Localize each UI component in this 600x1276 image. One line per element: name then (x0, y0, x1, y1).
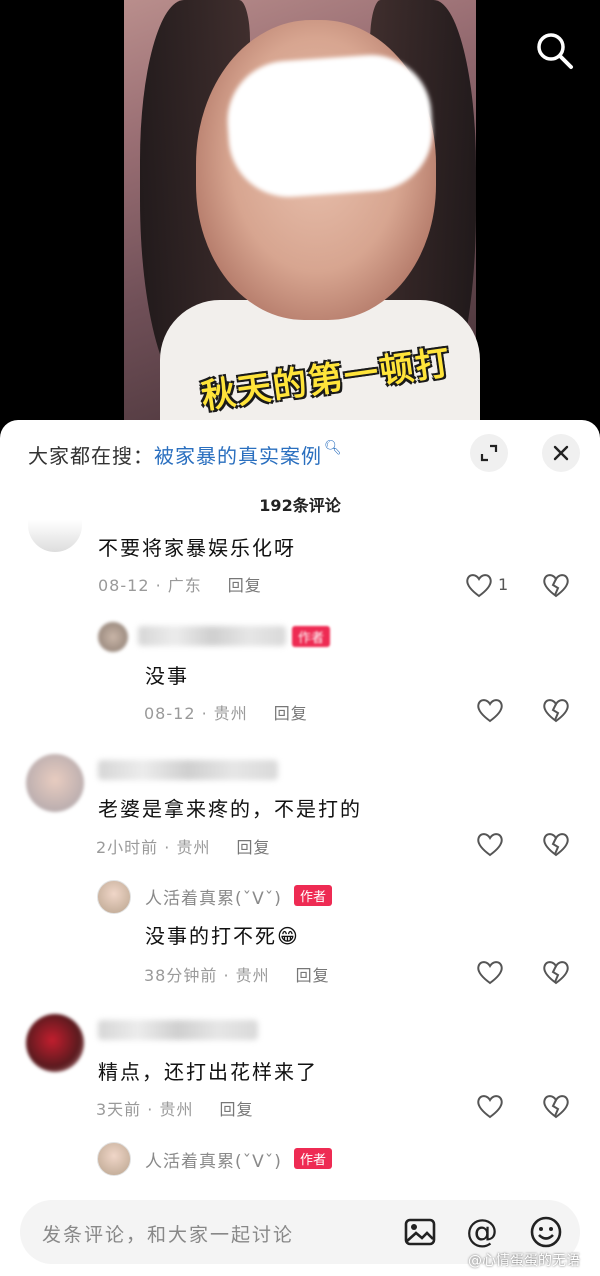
video-player[interactable]: 秋天的第一顿打 (0, 0, 600, 440)
reply-button[interactable]: 回复 (296, 966, 330, 985)
avatar[interactable] (98, 622, 128, 652)
reply-button[interactable]: 回复 (228, 576, 262, 595)
dislike-broken-heart-icon[interactable] (541, 570, 571, 600)
author-avatar[interactable] (97, 1142, 131, 1176)
like-heart-icon[interactable] (475, 957, 505, 987)
search-suggestion[interactable]: 大家都在搜：被家暴的真实案例 🔍︎ (28, 440, 343, 469)
dislike-broken-heart-icon[interactable] (541, 1091, 571, 1121)
dislike-broken-heart-icon[interactable] (541, 695, 571, 725)
avatar[interactable] (26, 754, 84, 812)
comment-time-location: 08-12 · 广东 (98, 576, 202, 595)
avatar[interactable] (26, 1014, 84, 1072)
weibo-watermark: @心情蛋蛋的无语 (468, 1253, 580, 1269)
author-name[interactable]: 人活着真累(ˇVˇ) (145, 884, 282, 909)
like-heart-icon[interactable] (475, 829, 505, 859)
blurred-username (98, 1020, 258, 1040)
emoji-icon[interactable] (528, 1214, 564, 1250)
censor-blur (223, 51, 437, 201)
like-heart-icon[interactable] (475, 695, 505, 725)
search-icon[interactable] (532, 28, 576, 72)
comment-time-location: 2小时前 · 贵州 (96, 838, 211, 857)
comment-meta: 2小时前 · 贵州 回复 (96, 834, 270, 858)
dislike-broken-heart-icon[interactable] (541, 829, 571, 859)
reply-button[interactable]: 回复 (236, 838, 270, 857)
comment-time-location: 08-12 · 贵州 (144, 704, 248, 723)
close-icon (553, 445, 569, 461)
image-icon[interactable] (402, 1214, 438, 1250)
avatar[interactable] (28, 520, 82, 552)
author-avatar[interactable] (97, 880, 131, 914)
author-badge: 作者 (294, 885, 333, 906)
like-heart-icon[interactable] (475, 1091, 505, 1121)
search-prefix: 大家都在搜： (28, 444, 154, 468)
comment-text: 没事的打不死😁 (145, 924, 300, 948)
comment-input-placeholder: 发条评论，和大家一起讨论 (42, 1224, 295, 1246)
like-heart-icon[interactable] (464, 570, 494, 600)
comment-text: 不要将家暴娱乐化呀 (98, 536, 296, 560)
author-name[interactable]: 人活着真累(ˇVˇ) (145, 1147, 282, 1172)
search-keyword[interactable]: 被家暴的真实案例 (154, 444, 322, 468)
comment-text: 精点，还打出花样来了 (98, 1060, 318, 1084)
mention-icon[interactable]: @ (464, 1214, 500, 1250)
comment-time-location: 38分钟前 · 贵州 (144, 966, 270, 985)
comment-sheet: 大家都在搜：被家暴的真实案例 🔍︎ 192条评论 不要将家暴娱乐化呀 08-12 … (0, 420, 600, 1276)
comment-time-location: 3天前 · 贵州 (96, 1100, 194, 1119)
comment-count: 192条评论 (259, 496, 341, 515)
author-badge: 作者 (294, 1148, 333, 1169)
reply-button[interactable]: 回复 (219, 1100, 253, 1119)
svg-text:@: @ (466, 1214, 498, 1250)
comment-text: 老婆是拿来疼的，不是打的 (98, 797, 362, 821)
author-badge: 作者 (292, 626, 331, 647)
comment-meta: 38分钟前 · 贵州 回复 (144, 962, 330, 986)
comment-text: 没事 (145, 664, 189, 688)
comment-meta: 08-12 · 广东 回复 (98, 572, 262, 596)
dislike-broken-heart-icon[interactable] (541, 957, 571, 987)
comment-meta: 3天前 · 贵州 回复 (96, 1096, 253, 1120)
blurred-username (138, 626, 286, 646)
like-count: 1 (498, 575, 509, 594)
expand-icon (480, 444, 498, 462)
comment-meta: 08-12 · 贵州 回复 (144, 700, 308, 724)
expand-button[interactable] (470, 434, 508, 472)
small-search-icon: 🔍︎ (324, 440, 343, 456)
reply-button[interactable]: 回复 (274, 704, 308, 723)
blurred-username (98, 760, 278, 780)
close-button[interactable] (542, 434, 580, 472)
